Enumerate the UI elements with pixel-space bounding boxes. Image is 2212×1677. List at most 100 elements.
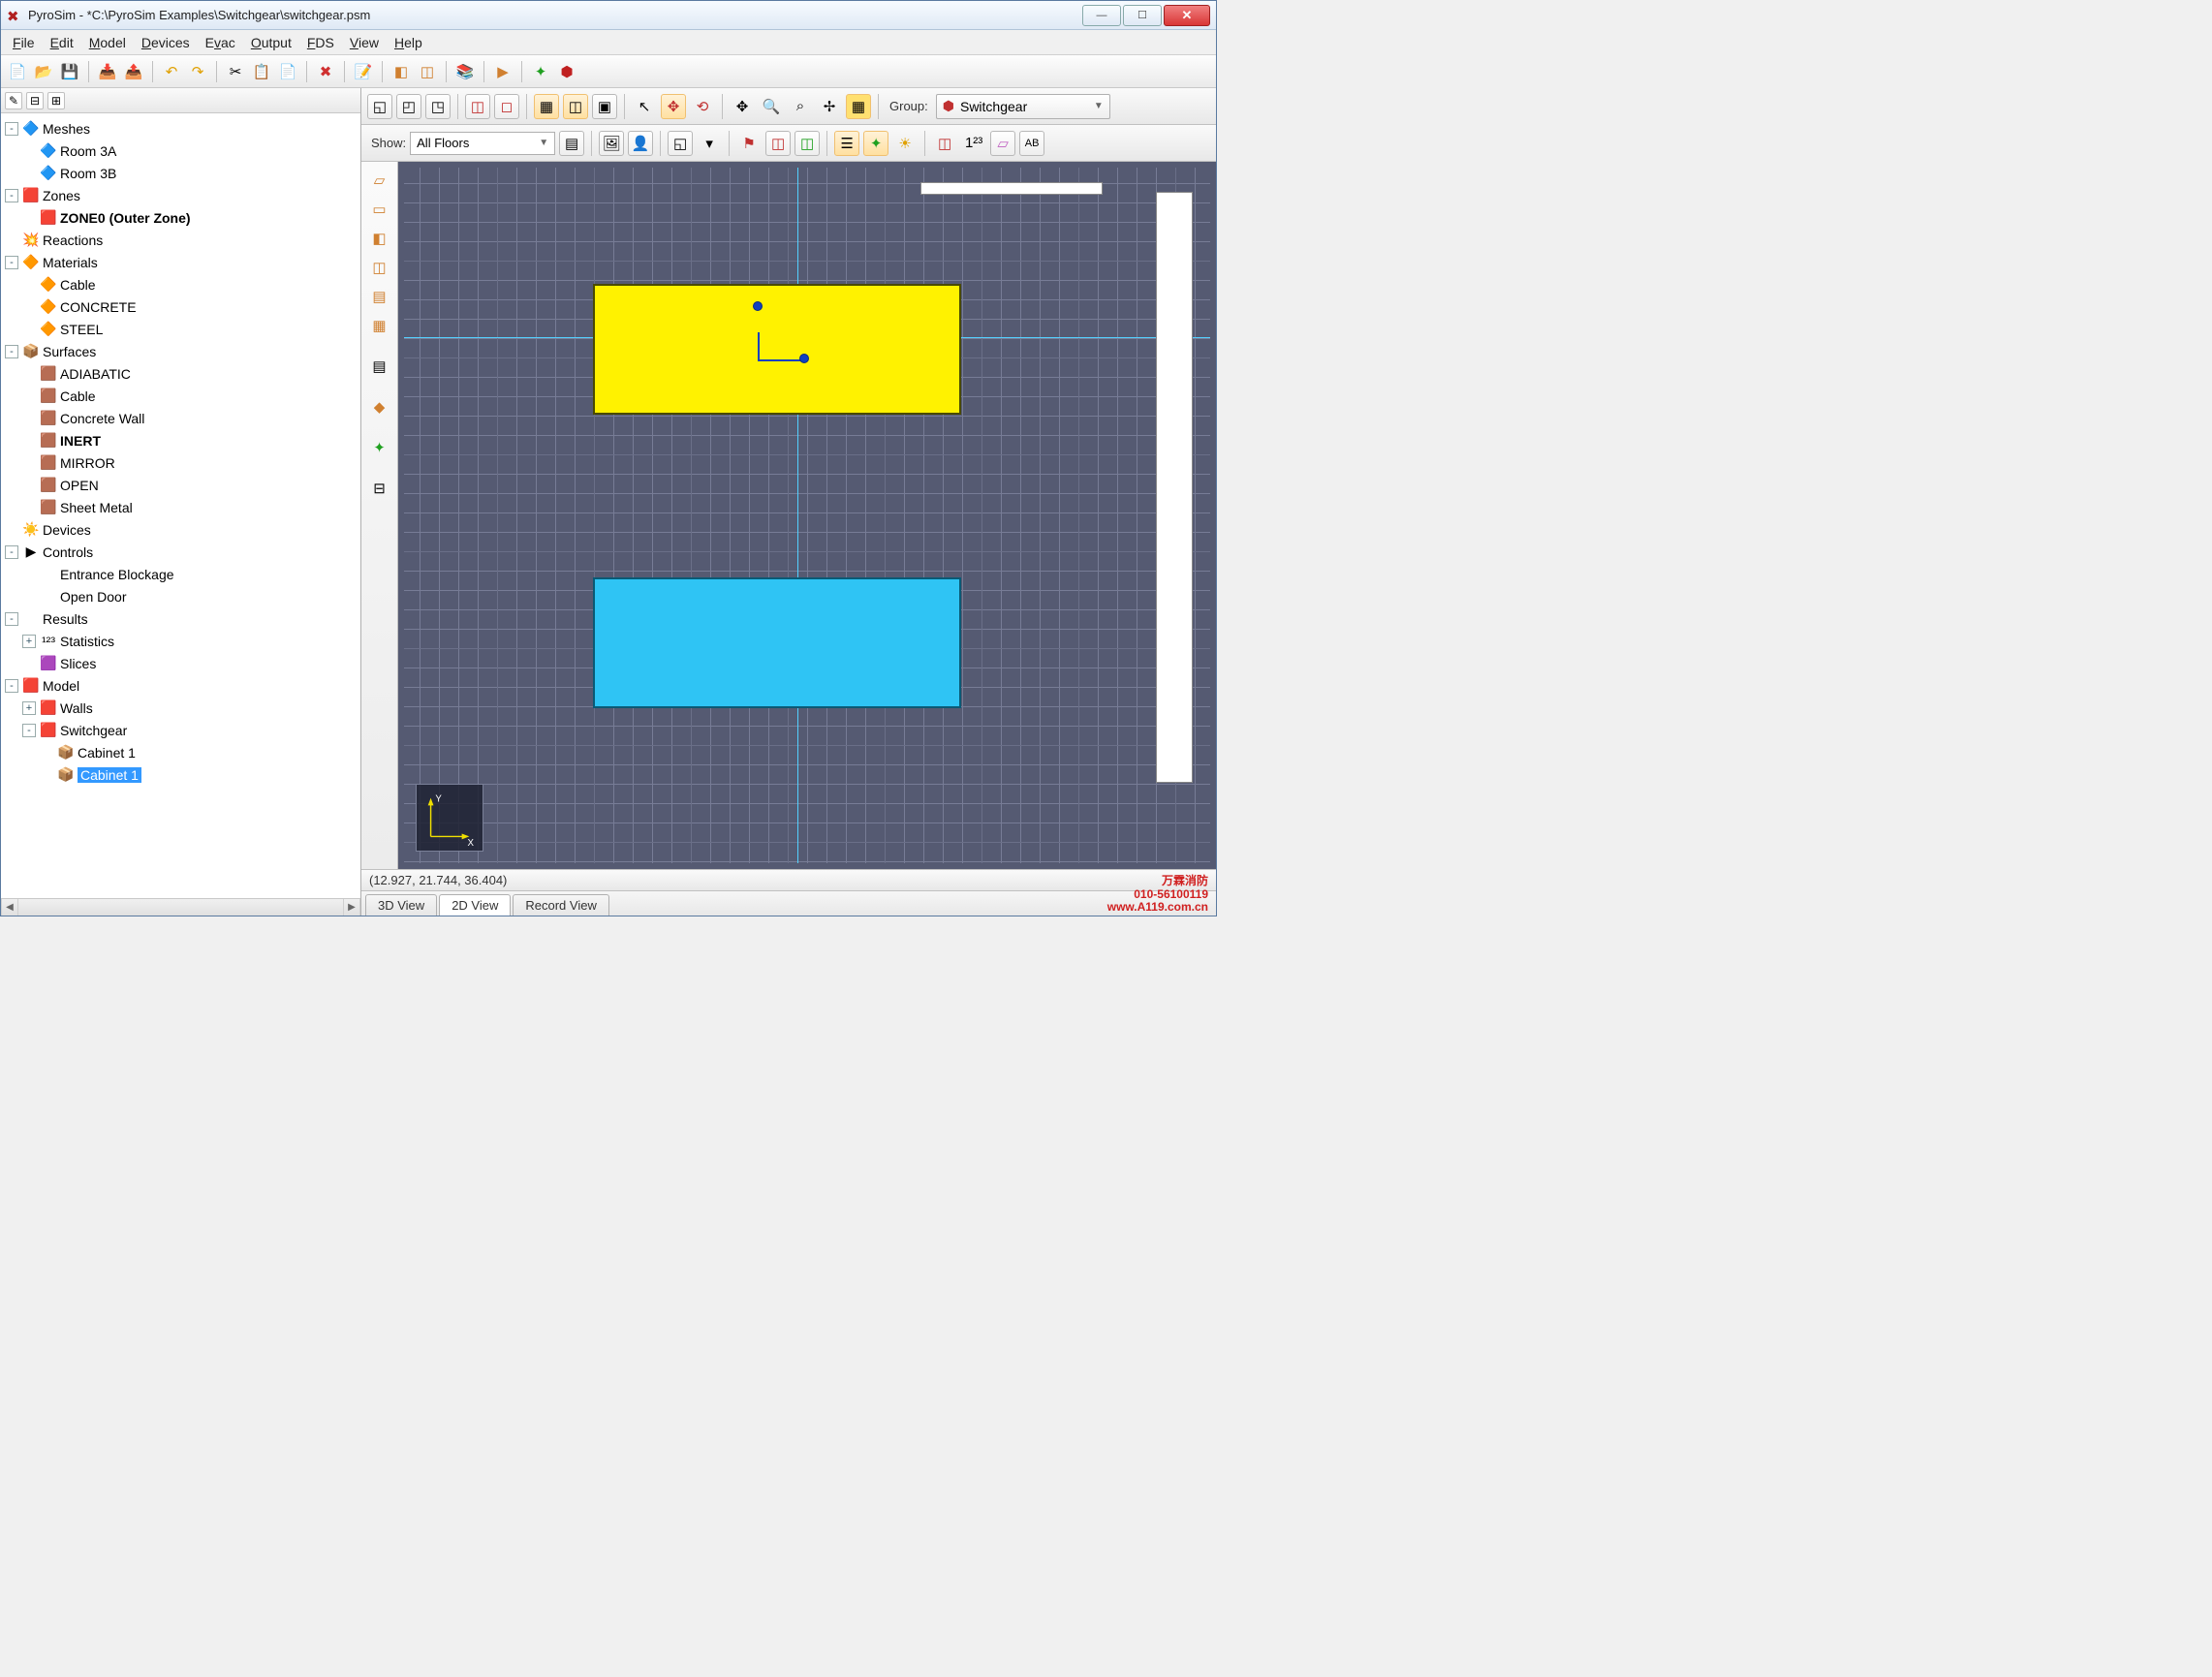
move-icon[interactable]: ✥: [661, 94, 686, 119]
tree-node[interactable]: -Results: [1, 607, 360, 630]
delete-icon[interactable]: ✖: [315, 61, 336, 82]
view-3d-icon[interactable]: ◱: [367, 94, 392, 119]
model-tree[interactable]: -🔷Meshes🔷Room 3A🔷Room 3B-🟥Zones🟥ZONE0 (O…: [1, 113, 360, 898]
cabinet-yellow[interactable]: [593, 284, 961, 415]
tree-node[interactable]: 🔷Room 3A: [1, 140, 360, 162]
tree-node[interactable]: Open Door: [1, 585, 360, 607]
list-icon[interactable]: ☰: [834, 131, 859, 156]
snap-grid-icon[interactable]: ▦: [534, 94, 559, 119]
vent-tool-icon[interactable]: ▤: [367, 284, 392, 309]
export-icon[interactable]: 📤: [123, 61, 144, 82]
menu-fds[interactable]: FDS: [301, 33, 340, 52]
highlight-icon[interactable]: ▦: [846, 94, 871, 119]
sun-icon[interactable]: ☀: [892, 131, 918, 156]
view-wireframe-icon[interactable]: ◰: [396, 94, 421, 119]
tree-node[interactable]: 🟫OPEN: [1, 474, 360, 496]
tab-record-view[interactable]: Record View: [513, 894, 608, 916]
tree-node[interactable]: 🔷Room 3B: [1, 162, 360, 184]
tree-node[interactable]: 🟫Sheet Metal: [1, 496, 360, 518]
group-dropdown[interactable]: ⬢ Switchgear ▼: [936, 94, 1110, 119]
box-red-icon[interactable]: ◫: [765, 131, 791, 156]
tree-node[interactable]: 🟫INERT: [1, 429, 360, 451]
menu-help[interactable]: Help: [389, 33, 428, 52]
gizmo-y-handle[interactable]: [753, 301, 763, 311]
tree-node[interactable]: 🔶STEEL: [1, 318, 360, 340]
marker-icon[interactable]: ⚑: [736, 131, 762, 156]
menu-model[interactable]: Model: [83, 33, 132, 52]
view-solid-icon[interactable]: ◳: [425, 94, 451, 119]
copy-icon[interactable]: 📋: [251, 61, 272, 82]
titlebar[interactable]: ✖ PyroSim - *C:\PyroSim Examples\Switchg…: [1, 1, 1216, 30]
tree-node[interactable]: 🟫Cable: [1, 385, 360, 407]
zoom-fit-icon[interactable]: ✢: [817, 94, 842, 119]
collapse-toggle[interactable]: -: [5, 545, 18, 559]
cut-icon[interactable]: ✂: [225, 61, 246, 82]
tree-node[interactable]: 🟪Slices: [1, 652, 360, 674]
collapse-all-icon[interactable]: ⊟: [26, 92, 44, 109]
image-icon[interactable]: 🖼: [599, 131, 624, 156]
menu-output[interactable]: Output: [245, 33, 297, 52]
maximize-button[interactable]: ☐: [1123, 5, 1162, 26]
collapse-toggle[interactable]: -: [5, 345, 18, 358]
tab-2d-view[interactable]: 2D View: [439, 894, 511, 916]
import-icon[interactable]: 📥: [97, 61, 118, 82]
zoom-window-icon[interactable]: ⌕: [788, 94, 813, 119]
floors-dropdown[interactable]: All Floors ▼: [410, 132, 555, 155]
object-top-white[interactable]: [920, 182, 1103, 195]
tree-node[interactable]: 🔶CONCRETE: [1, 295, 360, 318]
tab-3d-view[interactable]: 3D View: [365, 894, 437, 916]
tree-node[interactable]: 🟥ZONE0 (Outer Zone): [1, 206, 360, 229]
tree-node[interactable]: 🟫Concrete Wall: [1, 407, 360, 429]
zoom-icon[interactable]: 🔍: [759, 94, 784, 119]
tree-node[interactable]: -🟥Switchgear: [1, 719, 360, 741]
show-outline-icon[interactable]: ▣: [592, 94, 617, 119]
paste-icon[interactable]: 📄: [277, 61, 298, 82]
tree-node[interactable]: +¹²³Statistics: [1, 630, 360, 652]
mesh-tool-icon[interactable]: ▦: [367, 313, 392, 338]
show-mesh-icon[interactable]: ◫: [563, 94, 588, 119]
tree-node[interactable]: -🟥Model: [1, 674, 360, 697]
ab-icon[interactable]: AB: [1019, 131, 1044, 156]
slab-tool-icon[interactable]: ▱: [367, 168, 392, 193]
mesh-icon[interactable]: ◧: [390, 61, 412, 82]
undo-icon[interactable]: ↶: [161, 61, 182, 82]
box-tool-icon[interactable]: ◧: [367, 226, 392, 251]
menu-edit[interactable]: Edit: [45, 33, 79, 52]
collapse-toggle[interactable]: -: [22, 724, 36, 737]
axes-widget[interactable]: Y X: [416, 784, 483, 852]
horizontal-scrollbar[interactable]: ◀ ▶: [1, 898, 360, 916]
expand-toggle[interactable]: +: [22, 635, 36, 648]
tree-node[interactable]: 💥Reactions: [1, 229, 360, 251]
cube-icon[interactable]: ◱: [668, 131, 693, 156]
menu-evac[interactable]: Evac: [200, 33, 241, 52]
results-icon[interactable]: ⬢: [556, 61, 577, 82]
tree-node[interactable]: Entrance Blockage: [1, 563, 360, 585]
tree-node[interactable]: -▶Controls: [1, 541, 360, 563]
node-tool-icon[interactable]: ✦: [367, 435, 392, 460]
expand-all-icon[interactable]: ⊞: [47, 92, 65, 109]
tree-node[interactable]: +🟥Walls: [1, 697, 360, 719]
tree-node[interactable]: -📦Surfaces: [1, 340, 360, 362]
floor-add-icon[interactable]: ▤: [559, 131, 584, 156]
gizmo-x-handle[interactable]: [799, 354, 809, 363]
sparkle-icon[interactable]: ✦: [863, 131, 888, 156]
close-button[interactable]: ✕: [1164, 5, 1210, 26]
filter-icon[interactable]: ✎: [5, 92, 22, 109]
collapse-toggle[interactable]: -: [5, 612, 18, 626]
library-icon[interactable]: 📚: [454, 61, 476, 82]
collapse-toggle[interactable]: -: [5, 122, 18, 136]
tree-node[interactable]: 📦Cabinet 1: [1, 763, 360, 786]
perspective-icon[interactable]: ◫: [465, 94, 490, 119]
ortho-icon[interactable]: ◻: [494, 94, 519, 119]
scroll-right-icon[interactable]: ▶: [343, 899, 360, 916]
redo-icon[interactable]: ↷: [187, 61, 208, 82]
rotate-icon[interactable]: ⟲: [690, 94, 715, 119]
scroll-left-icon[interactable]: ◀: [1, 899, 18, 916]
new-file-icon[interactable]: 📄: [7, 61, 28, 82]
tree-node[interactable]: -🔷Meshes: [1, 117, 360, 140]
object-right-white[interactable]: [1156, 192, 1193, 783]
tree-node[interactable]: ☀️Devices: [1, 518, 360, 541]
wall-tool-icon[interactable]: ▭: [367, 197, 392, 222]
minimize-button[interactable]: —: [1082, 5, 1121, 26]
tree-node[interactable]: 🔶Cable: [1, 273, 360, 295]
